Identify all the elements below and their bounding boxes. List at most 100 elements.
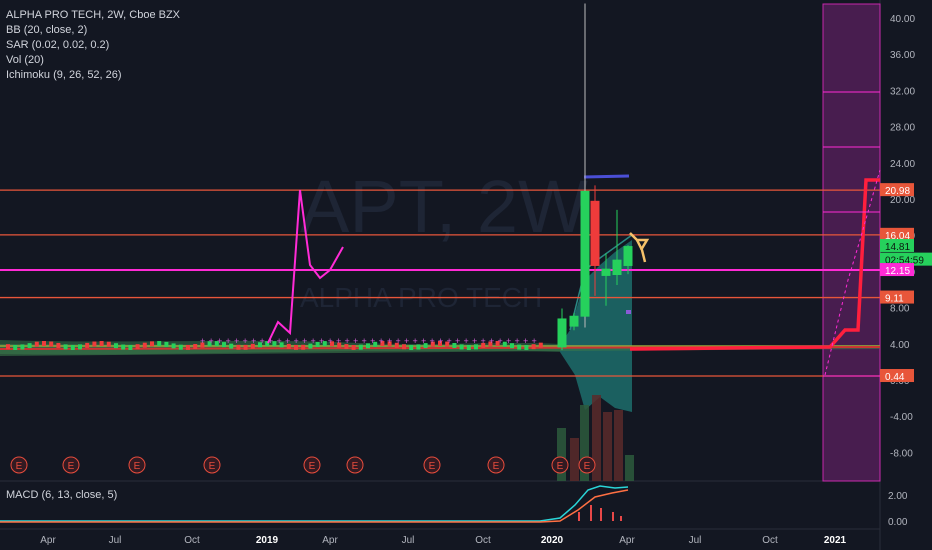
- symbol-title[interactable]: ALPHA PRO TECH, 2W, Cboe BZX: [6, 8, 180, 23]
- sar-dot: +: [430, 336, 435, 346]
- macd-histogram-bar: [590, 505, 592, 521]
- sar-dot: +: [523, 336, 528, 346]
- sar-dot: +: [370, 336, 375, 346]
- candle-body: [623, 246, 633, 266]
- sar-dot: +: [515, 336, 520, 346]
- history-candle: [92, 341, 97, 347]
- time-tick: 2021: [824, 535, 847, 546]
- sar-dot: +: [404, 336, 409, 346]
- time-tick: 2020: [541, 535, 564, 546]
- history-candle: [70, 344, 75, 350]
- sar-dot: +: [506, 336, 511, 346]
- history-candle: [78, 344, 82, 350]
- price-label-text: 20.98: [885, 186, 910, 197]
- sar-dot: +: [243, 336, 248, 346]
- watermark: APT, 2WALPHA PRO TECH: [300, 165, 588, 313]
- volume-indicator-label[interactable]: Vol (20): [6, 53, 180, 68]
- earnings-label: E: [68, 461, 75, 472]
- macd-histogram-bar: [620, 516, 622, 521]
- earnings-label: E: [557, 461, 564, 472]
- time-tick: Jul: [689, 535, 702, 546]
- chart-legend: ALPHA PRO TECH, 2W, Cboe BZX BB (20, clo…: [6, 8, 180, 83]
- ichimoku-indicator-label[interactable]: Ichimoku (9, 26, 52, 26): [6, 68, 180, 83]
- candle-body: [601, 268, 611, 276]
- watermark-symbol: APT, 2W: [300, 165, 588, 248]
- history-candle: [27, 343, 32, 349]
- time-tick: Oct: [475, 535, 491, 546]
- sar-dot: +: [498, 336, 503, 346]
- price-tick: 40.00: [890, 14, 915, 25]
- price-tick: 8.00: [890, 304, 910, 315]
- history-candle: [128, 344, 133, 350]
- candle-body: [580, 190, 590, 317]
- time-tick: Oct: [762, 535, 778, 546]
- price-tick: 24.00: [890, 159, 915, 170]
- time-tick: Apr: [322, 535, 338, 546]
- sar-dot: +: [396, 336, 401, 346]
- price-tick: 32.00: [890, 86, 915, 97]
- earnings-label: E: [309, 461, 316, 472]
- earnings-label: E: [352, 461, 359, 472]
- arrow-drawing: [629, 232, 650, 263]
- time-tick: Oct: [184, 535, 200, 546]
- price-tick: -4.00: [890, 412, 913, 423]
- sar-dot: +: [226, 336, 231, 346]
- sar-dot: +: [251, 336, 256, 346]
- history-candle: [114, 343, 118, 349]
- earnings-label: E: [493, 461, 500, 472]
- price-tick: 36.00: [890, 50, 915, 61]
- price-tick: -8.00: [890, 448, 913, 459]
- sar-dot: +: [481, 336, 486, 346]
- history-candle: [142, 342, 147, 348]
- candle-body: [557, 318, 567, 348]
- history-candle: [538, 342, 543, 348]
- candle-body: [612, 259, 622, 276]
- history-candle: [34, 341, 39, 347]
- sar-dot: +: [421, 336, 426, 346]
- sar-dot: +: [438, 336, 443, 346]
- sar-dot: +: [209, 336, 214, 346]
- macd-tick: 0.00: [888, 517, 908, 528]
- time-tick: Jul: [402, 535, 415, 546]
- history-candle: [49, 341, 54, 347]
- projection-zone: [822, 3, 881, 482]
- earnings-label: E: [584, 461, 591, 472]
- sar-dot: +: [489, 336, 494, 346]
- sar-dot: [626, 310, 631, 314]
- volume-bar: [625, 455, 634, 481]
- sar-indicator-label[interactable]: SAR (0.02, 0.02, 0.2): [6, 38, 180, 53]
- sar-dot: +: [532, 336, 537, 346]
- history-candle: [99, 341, 104, 347]
- sar-dot: +: [379, 336, 384, 346]
- macd-histogram-bar: [578, 512, 580, 521]
- history-candle: [178, 344, 183, 350]
- earnings-label: E: [209, 461, 216, 472]
- sar-dot: +: [455, 336, 460, 346]
- volume-bar: [603, 412, 612, 481]
- sar-dot: +: [345, 336, 350, 346]
- sar-dot: +: [294, 336, 299, 346]
- history-candle: [13, 344, 18, 350]
- sar-dot: +: [311, 336, 316, 346]
- history-candle: [171, 343, 176, 349]
- sar-dot: +: [464, 336, 469, 346]
- volume-bar: [570, 438, 579, 481]
- history-candle: [150, 341, 154, 347]
- sar-dot: +: [362, 336, 367, 346]
- sar-dot: +: [472, 336, 477, 346]
- history-candle: [85, 342, 90, 348]
- macd-indicator-label[interactable]: MACD (6, 13, close, 5): [6, 489, 117, 501]
- history-candle: [20, 344, 25, 350]
- sar-dot: +: [285, 336, 290, 346]
- history-candle: [56, 342, 61, 348]
- history-candle: [135, 344, 140, 350]
- history-candle: [6, 344, 10, 350]
- sar-dot: +: [328, 336, 333, 346]
- candle-body: [590, 200, 600, 266]
- earnings-label: E: [429, 461, 436, 472]
- earnings-label: E: [134, 461, 141, 472]
- bb-indicator-label[interactable]: BB (20, close, 2): [6, 23, 180, 38]
- candle-body: [569, 315, 579, 327]
- earnings-markers[interactable]: EEEEEEEEEE: [10, 456, 596, 474]
- price-tick: 28.00: [890, 123, 915, 134]
